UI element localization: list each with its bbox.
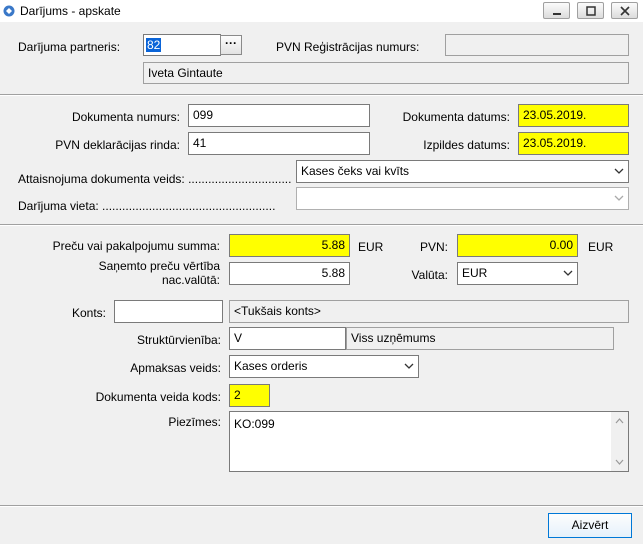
vat-label: PVN: [419,240,448,254]
partner-browse-button[interactable]: ··· [220,35,242,55]
sum-input[interactable]: 5.88 [229,234,350,257]
sum-label: Preču vai pakalpojumu summa: [52,239,220,253]
chevron-down-icon [404,363,414,369]
partner-label: Darījuma partneris: [18,40,121,54]
account-label: Konts: [71,306,106,320]
received-label-line1: Saņemto preču vērtība [98,259,220,273]
account-input[interactable] [114,300,223,323]
vat-currency: EUR [588,240,614,254]
notes-textarea[interactable]: KO:099 [229,411,629,472]
place-select[interactable] [296,187,629,210]
title-bar: Darījums - apskate [0,0,643,22]
vat-reg-field [445,34,629,56]
doc-number-input[interactable]: 099 [188,104,370,127]
scroll-up-icon[interactable] [615,418,624,424]
close-dialog-button[interactable]: Aizvērt [548,513,632,538]
received-input[interactable]: 5.88 [229,262,350,285]
doc-type-label: Dokumenta veida kods: [95,390,221,404]
vat-row-label: PVN deklarācijas rinda: [55,138,180,152]
chevron-down-icon [563,270,573,276]
separator [0,94,643,96]
account-name-field: <Tukšais konts> [229,300,629,323]
partner-name-field: Iveta Gintaute [143,62,629,84]
payment-select[interactable]: Kases orderis [229,355,419,378]
separator [0,224,643,226]
doc-date-input[interactable]: 23.05.2019. [518,104,629,127]
currency-label: Valūta: [411,268,448,282]
struct-label: Struktūrvienība: [136,333,221,347]
partner-code-input[interactable]: 82 [143,34,221,56]
partner-code-value: 82 [146,38,162,52]
exec-date-input[interactable]: 23.05.2019. [518,132,629,155]
payment-label: Apmaksas veids: [130,361,221,375]
minimize-button[interactable] [543,2,570,19]
place-label: Darījuma vieta: ........................… [18,199,276,213]
struct-code-input[interactable]: V [229,327,346,350]
doc-type-input[interactable]: 2 [229,384,270,407]
window-title: Darījums - apskate [20,4,121,18]
maximize-button[interactable] [577,2,604,19]
exec-date-label: Izpildes datums: [423,138,510,152]
doc-date-label: Dokumenta datums: [402,110,510,124]
separator [0,505,643,507]
notes-value: KO:099 [234,417,275,431]
currency-select[interactable]: EUR [457,262,578,285]
justification-value: Kases čeks vai kvīts [301,164,410,178]
vat-input[interactable]: 0.00 [457,234,578,257]
app-icon [3,5,15,17]
notes-label: Piezīmes: [168,415,221,429]
close-window-button[interactable] [611,2,638,19]
vat-reg-label: PVN Reģistrācijas numurs: [276,40,420,54]
vat-row-input[interactable]: 41 [188,132,370,155]
currency-value: EUR [462,266,488,280]
received-label-line2: nac.valūtā: [161,273,220,287]
close-icon [620,6,630,16]
sum-currency: EUR [358,240,384,254]
notes-scrollbar[interactable] [611,412,628,471]
justification-label: Attaisnojuma dokumenta veids: ..........… [18,172,292,186]
struct-name-field: Viss uzņēmums [346,327,614,350]
payment-value: Kases orderis [234,359,308,373]
scroll-down-icon[interactable] [615,459,624,465]
maximize-icon [586,6,596,16]
doc-number-label: Dokumenta numurs: [71,110,180,124]
chevron-down-icon [614,168,624,174]
justification-select[interactable]: Kases čeks vai kvīts [296,160,629,183]
minimize-icon [553,13,561,15]
chevron-down-icon [614,195,624,201]
